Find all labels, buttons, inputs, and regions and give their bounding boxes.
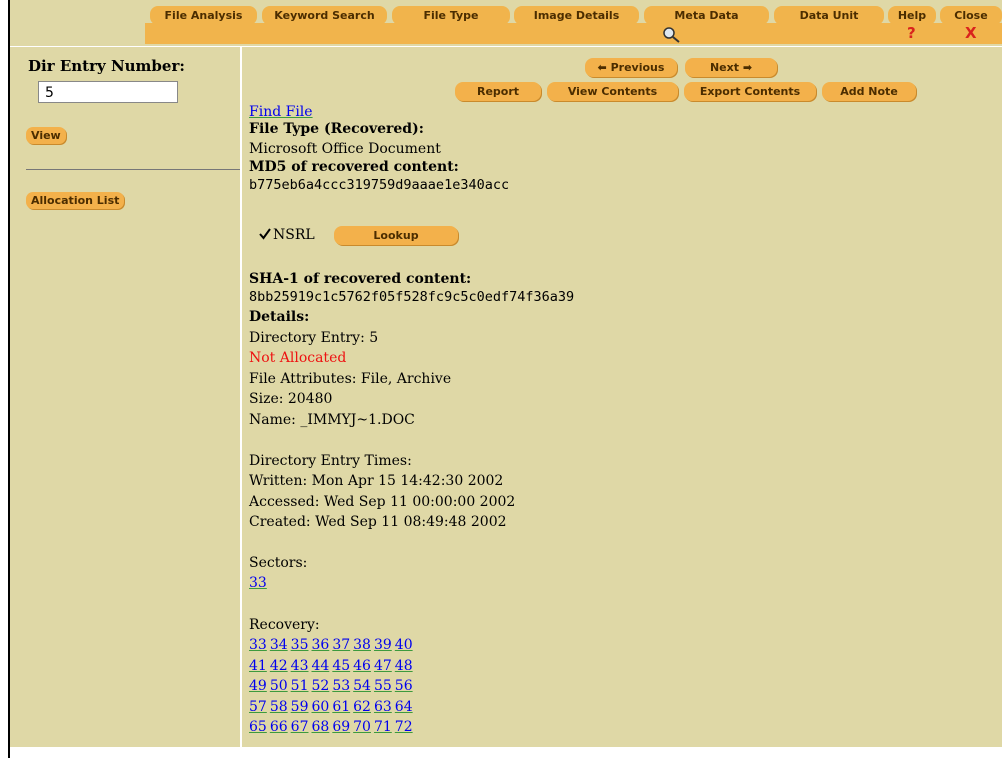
recovery-row: 33 34 35 36 37 38 39 40 — [249, 637, 416, 653]
recovery-sector-link[interactable]: 66 — [270, 719, 288, 735]
recovery-sector-link[interactable]: 50 — [270, 678, 288, 694]
recovery-row: 41 42 43 44 45 46 47 48 — [249, 658, 416, 674]
recovery-sector-link[interactable]: 69 — [332, 719, 350, 735]
sectors-label: Sectors: — [249, 555, 308, 571]
tab-keyword-search[interactable]: Keyword Search — [262, 6, 387, 25]
directory-entry-text: Directory Entry: 5 — [249, 330, 379, 346]
sidebar-divider — [26, 169, 240, 170]
recovery-sector-link[interactable]: 61 — [332, 699, 350, 715]
recovery-sector-link[interactable]: 70 — [353, 719, 371, 735]
recovery-sector-link[interactable]: 47 — [374, 658, 392, 674]
recovery-sector-link[interactable]: 34 — [270, 637, 288, 653]
recovery-sector-link[interactable]: 59 — [291, 699, 309, 715]
name-text: Name: _IMMYJ~1.DOC — [249, 412, 415, 428]
sidebar: Dir Entry Number: 5 View Allocation List — [10, 47, 240, 747]
export-contents-button[interactable]: Export Contents — [684, 82, 816, 101]
file-attributes-text: File Attributes: File, Archive — [249, 371, 452, 387]
recovery-sector-link[interactable]: 49 — [249, 678, 267, 694]
recovery-sector-link[interactable]: 46 — [353, 658, 371, 674]
recovery-row: 57 58 59 60 61 62 63 64 — [249, 699, 416, 715]
nav-strip — [145, 23, 1002, 44]
md5-label: MD5 of recovered content: — [249, 159, 459, 175]
recovery-sector-link[interactable]: 44 — [311, 658, 329, 674]
details-label: Details: — [249, 309, 310, 325]
recovery-sector-link[interactable]: 72 — [395, 719, 413, 735]
sha1-label: SHA-1 of recovered content: — [249, 271, 472, 287]
previous-label: Previous — [610, 61, 665, 74]
recovery-sector-link[interactable]: 51 — [291, 678, 309, 694]
recovery-sector-link[interactable]: 65 — [249, 719, 267, 735]
recovery-sector-link[interactable]: 37 — [332, 637, 350, 653]
recovery-sector-link[interactable]: 43 — [291, 658, 309, 674]
recovery-sector-link[interactable]: 64 — [395, 699, 413, 715]
dir-entry-label: Dir Entry Number: — [28, 57, 185, 75]
recovery-sector-link[interactable]: 54 — [353, 678, 371, 694]
close-icon[interactable]: X — [965, 24, 977, 42]
sha1-value: 8bb25919c1c5762f05f528fc9c5c0edf74f36a39 — [249, 289, 575, 305]
tab-file-type[interactable]: File Type — [392, 6, 510, 25]
tab-help[interactable]: Help — [888, 6, 936, 25]
times-label: Directory Entry Times: — [249, 453, 412, 469]
tab-close[interactable]: Close — [940, 6, 1002, 25]
recovery-label: Recovery: — [249, 617, 320, 633]
checkmark-icon — [259, 228, 271, 240]
recovery-sector-link[interactable]: 60 — [311, 699, 329, 715]
file-type-label: File Type (Recovered): — [249, 121, 424, 137]
accessed-time: Accessed: Wed Sep 11 00:00:00 2002 — [249, 494, 516, 510]
recovery-sector-link[interactable]: 41 — [249, 658, 267, 674]
find-file-link[interactable]: Find File — [249, 104, 313, 120]
recovery-sector-link[interactable]: 36 — [311, 637, 329, 653]
magnifier-icon — [660, 26, 684, 44]
sector-link[interactable]: 33 — [249, 575, 267, 591]
size-text: Size: 20480 — [249, 391, 333, 407]
recovery-sector-link[interactable]: 62 — [353, 699, 371, 715]
arrow-left-icon: ⬅ — [597, 61, 607, 74]
recovery-row: 65 66 67 68 69 70 71 72 — [249, 719, 416, 735]
recovery-sector-link[interactable]: 57 — [249, 699, 267, 715]
next-label: Next — [709, 61, 739, 74]
next-button[interactable]: Next ➡ — [685, 58, 777, 77]
created-time: Created: Wed Sep 11 08:49:48 2002 — [249, 514, 507, 530]
recovery-sector-link[interactable]: 42 — [270, 658, 288, 674]
top-navigation: File Analysis Keyword Search File Type I… — [10, 0, 1002, 46]
recovery-sector-link[interactable]: 53 — [332, 678, 350, 694]
tab-data-unit[interactable]: Data Unit — [774, 6, 884, 25]
nsrl-label: NSRL — [273, 227, 315, 243]
file-type-value: Microsoft Office Document — [249, 141, 441, 157]
previous-button[interactable]: ⬅ Previous — [585, 58, 677, 77]
recovery-sector-link[interactable]: 39 — [374, 637, 392, 653]
recovery-sector-link[interactable]: 55 — [374, 678, 392, 694]
tab-file-analysis[interactable]: File Analysis — [150, 6, 257, 25]
recovery-sector-link[interactable]: 33 — [249, 637, 267, 653]
allocation-status: Not Allocated — [249, 350, 347, 366]
md5-value: b775eb6a4ccc319759d9aaae1e340acc — [249, 177, 510, 193]
view-button[interactable]: View — [26, 127, 66, 144]
recovery-sector-link[interactable]: 48 — [395, 658, 413, 674]
recovery-sector-link[interactable]: 71 — [374, 719, 392, 735]
recovery-sector-link[interactable]: 35 — [291, 637, 309, 653]
report-button[interactable]: Report — [455, 82, 541, 101]
help-icon[interactable]: ? — [907, 24, 916, 42]
written-time: Written: Mon Apr 15 14:42:30 2002 — [249, 473, 504, 489]
recovery-sector-link[interactable]: 45 — [332, 658, 350, 674]
tab-image-details[interactable]: Image Details — [514, 6, 639, 25]
recovery-row: 49 50 51 52 53 54 55 56 — [249, 678, 416, 694]
recovery-sector-link[interactable]: 38 — [353, 637, 371, 653]
lookup-button[interactable]: Lookup — [334, 226, 458, 245]
add-note-button[interactable]: Add Note — [822, 82, 916, 101]
allocation-list-button[interactable]: Allocation List — [26, 192, 125, 209]
tab-meta-data[interactable]: Meta Data — [644, 6, 769, 25]
recovery-sector-link[interactable]: 40 — [395, 637, 413, 653]
recovery-sector-link[interactable]: 56 — [395, 678, 413, 694]
recovery-sector-link[interactable]: 63 — [374, 699, 392, 715]
recovery-sector-link[interactable]: 52 — [311, 678, 329, 694]
recovery-sector-link[interactable]: 68 — [311, 719, 329, 735]
nsrl-checkbox[interactable]: NSRL — [259, 227, 315, 243]
arrow-right-icon: ➡ — [742, 61, 753, 74]
main-panel: ⬅ Previous Next ➡ Report View Contents E… — [242, 47, 1002, 747]
recovery-sector-link[interactable]: 67 — [291, 719, 309, 735]
dir-entry-input[interactable]: 5 — [38, 81, 178, 103]
view-contents-button[interactable]: View Contents — [547, 82, 678, 101]
recovery-sector-link[interactable]: 58 — [270, 699, 288, 715]
